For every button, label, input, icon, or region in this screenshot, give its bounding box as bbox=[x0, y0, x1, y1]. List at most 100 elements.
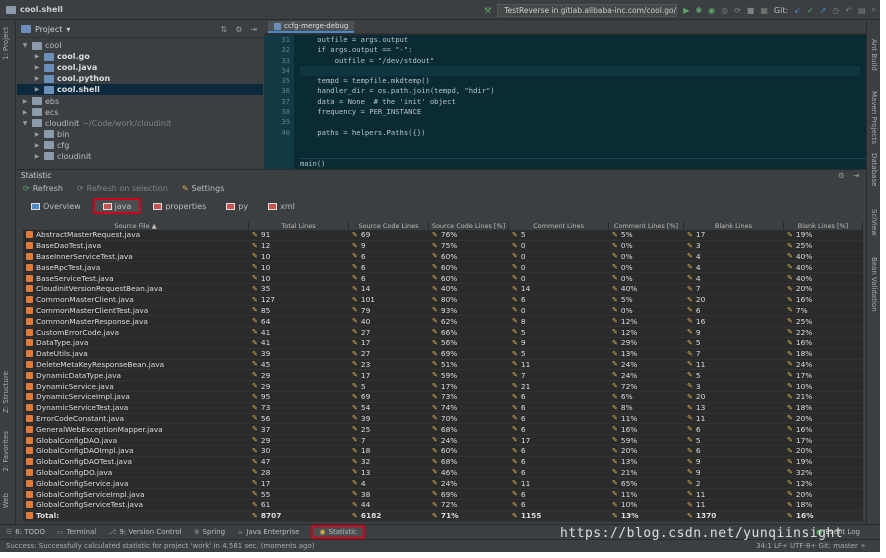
table-row[interactable]: CustomErrorCode.java ✎ 41 ✎ 27 ✎ 66% ✎ 5 ✎ 12% ✎ 9 ✎ 2… bbox=[23, 327, 863, 338]
expand-right-icon[interactable]: ▶ bbox=[33, 53, 41, 60]
tree-item[interactable]: ▼ cloudinit ~/Code/work/cloudinit bbox=[17, 118, 263, 129]
sciview-tool-tab[interactable]: SciView bbox=[870, 209, 878, 236]
maven-tool-tab[interactable]: Maven Projects bbox=[870, 91, 878, 144]
search-icon[interactable]: ⌕ bbox=[872, 5, 876, 15]
tab-java[interactable]: java bbox=[92, 198, 142, 214]
table-row[interactable]: AbstractMasterRequest.java ✎ 91 ✎ 69 ✎ 76% ✎ 5 ✎ 5… bbox=[23, 230, 863, 241]
expand-right-icon[interactable]: ▶ bbox=[33, 153, 41, 160]
tool-window-version-control[interactable]: ⎇ 9: Version Control bbox=[108, 528, 181, 536]
expand-right-icon[interactable]: ▶ bbox=[33, 142, 41, 149]
table-row[interactable]: GlobalConfigDAOTest.java ✎ 47 ✎ 32 ✎ 68% ✎ 6 ✎ 13%… bbox=[23, 457, 863, 468]
profile-icon[interactable]: ◎ bbox=[721, 6, 728, 15]
git-commit-icon[interactable]: ✓ bbox=[807, 6, 814, 15]
column-header[interactable]: Total Lines bbox=[249, 222, 349, 230]
expand-right-icon[interactable]: ▶ bbox=[33, 131, 41, 138]
editor-breadcrumb[interactable]: main() bbox=[300, 158, 866, 169]
table-row[interactable]: CloudinitVersionRequestBean.java ✎ 35 ✎ 14 ✎ 4… bbox=[23, 284, 863, 295]
tool-window-todo[interactable]: ☰ 6: TODO bbox=[6, 528, 45, 536]
bean-validation-tool-tab[interactable]: Bean Validation bbox=[870, 257, 878, 312]
layout-icon[interactable]: ▦ bbox=[760, 6, 768, 15]
table-row[interactable]: DeleteMetaKeyResponseBean.java ✎ 45 ✎ 23 ✎ 51%… bbox=[23, 360, 863, 371]
table-row[interactable]: GlobalConfigServiceImpl.java ✎ 55 ✎ 38 ✎ 69% ✎ 6… bbox=[23, 489, 863, 500]
tab-overview[interactable]: Overview bbox=[23, 198, 89, 214]
debug-icon[interactable]: ✱ bbox=[695, 6, 702, 15]
tree-item[interactable]: ▶ cloudinit bbox=[17, 151, 263, 162]
code-line[interactable]: outfile = args.output bbox=[300, 35, 860, 45]
coverage-icon[interactable]: ◉ bbox=[708, 6, 715, 15]
table-row[interactable]: GlobalConfigService.java ✎ 17 ✎ 4 ✎ 24% ✎ 11 ✎ 65%… bbox=[23, 478, 863, 490]
code-line[interactable]: frequency = PER_INSTANCE bbox=[300, 107, 860, 117]
tree-item[interactable]: ▶ cool.go bbox=[17, 51, 263, 62]
revert-icon[interactable]: ↶ bbox=[845, 6, 852, 15]
table-row[interactable]: CommonMasterResponse.java ✎ 64 ✎ 40 ✎ 62% ✎ 8 ✎ 12… bbox=[23, 316, 863, 328]
status-right-info[interactable]: 34:1 LF÷ UTF-8÷ Git: master ÷ bbox=[756, 542, 880, 550]
tab-xml[interactable]: xml bbox=[260, 198, 303, 214]
tool-window-java-enterprise[interactable]: ☕ Java Enterprise bbox=[237, 528, 299, 536]
table-row[interactable]: BaseDaoTest.java ✎ 12 ✎ 9 ✎ 75% ✎ 0 ✎ 0% ✎ 3 ✎ 25% bbox=[23, 241, 863, 252]
column-header[interactable]: Blank Lines [%] bbox=[784, 222, 863, 230]
structure-icon[interactable]: ▤ bbox=[858, 6, 866, 15]
settings-button[interactable]: ✎ Settings bbox=[182, 184, 225, 193]
table-row[interactable]: BaseServiceTest.java ✎ 10 ✎ 6 ✎ 60% ✎ 0 ✎ 0% ✎ 4 ✎ 40% bbox=[23, 273, 863, 284]
table-row[interactable]: GlobalConfigDAOImpl.java ✎ 30 ✎ 18 ✎ 60% ✎ 6 ✎ 20%… bbox=[23, 446, 863, 457]
collapse-icon[interactable]: ⇅ bbox=[220, 25, 227, 34]
column-header[interactable]: Source Code Lines [%] bbox=[429, 222, 509, 230]
tab-properties[interactable]: properties bbox=[145, 198, 214, 214]
git-push-icon[interactable]: ↗ bbox=[820, 6, 827, 15]
expand-right-icon[interactable]: ▶ bbox=[21, 109, 29, 116]
favorites-tool-tab[interactable]: 2: Favorites bbox=[2, 431, 10, 472]
structure-tool-tab[interactable]: Z: Structure bbox=[2, 371, 10, 413]
tree-item[interactable]: ▶ ecs bbox=[17, 107, 263, 118]
gear-icon[interactable]: ⚙ bbox=[838, 171, 845, 180]
table-row[interactable]: GlobalConfigDAO.java ✎ 29 ✎ 7 ✎ 24% ✎ 17 ✎ 59% ✎ 5 ✎ 1… bbox=[23, 435, 863, 446]
column-header[interactable]: Comment Lines bbox=[509, 222, 609, 230]
table-row[interactable]: DateUtils.java ✎ 39 ✎ 27 ✎ 69% ✎ 5 ✎ 13% ✎ 7 ✎ 18% bbox=[23, 349, 863, 360]
project-panel-title[interactable]: Project bbox=[35, 25, 62, 34]
table-row[interactable]: CommonMasterClientTest.java ✎ 85 ✎ 79 ✎ 93% ✎ 0 ✎… bbox=[23, 306, 863, 317]
table-row[interactable]: GlobalConfigDO.java ✎ 28 ✎ 13 ✎ 46% ✎ 6 ✎ 21% ✎ 9 ✎ 32… bbox=[23, 468, 863, 479]
git-update-icon[interactable]: ↙ bbox=[794, 6, 801, 15]
code-line[interactable] bbox=[300, 65, 860, 77]
table-row[interactable]: GlobalConfigServiceTest.java ✎ 61 ✎ 44 ✎ 72% ✎ 6… bbox=[23, 500, 863, 511]
expand-right-icon[interactable]: ▶ bbox=[21, 98, 29, 105]
tree-item[interactable]: ▶ bin bbox=[17, 129, 263, 140]
code-lines[interactable]: outfile = args.output if args.output == … bbox=[300, 35, 860, 138]
table-row[interactable]: GeneralWebExceptionMapper.java ✎ 37 ✎ 25 ✎ 68%… bbox=[23, 424, 863, 436]
ant-tool-tab[interactable]: Ant Build bbox=[870, 39, 878, 71]
expand-right-icon[interactable]: ▶ bbox=[33, 64, 41, 71]
tool-window-statistic[interactable]: ◉ Statistic bbox=[311, 525, 365, 539]
editor-tab[interactable]: ccfg-merge-debug bbox=[268, 21, 355, 33]
table-row[interactable]: DynamicServiceImpl.java ✎ 95 ✎ 69 ✎ 73% ✎ 6 ✎ 6% ✎ 2… bbox=[23, 392, 863, 403]
hide-icon[interactable]: ⇥ bbox=[853, 171, 859, 180]
database-tool-tab[interactable]: Database bbox=[870, 153, 878, 186]
column-header[interactable]: Comment Lines [%] bbox=[609, 222, 684, 230]
tree-item[interactable]: ▼ cool bbox=[17, 40, 263, 51]
table-row[interactable]: ErrorCodeConstant.java ✎ 56 ✎ 39 ✎ 70% ✎ 6 ✎ 11% ✎ 1… bbox=[23, 414, 863, 425]
chevron-down-icon[interactable]: ▾ bbox=[66, 25, 70, 34]
history-icon[interactable]: ◷ bbox=[832, 6, 839, 15]
expand-right-icon[interactable]: ▶ bbox=[33, 75, 41, 82]
table-row[interactable]: DynamicDataType.java ✎ 29 ✎ 17 ✎ 59% ✎ 7 ✎ 24% ✎ 5 ✎ 1… bbox=[23, 370, 863, 382]
tree-item[interactable]: ▶ cool.python bbox=[17, 73, 263, 84]
column-header[interactable]: Source File ▲ bbox=[23, 222, 249, 230]
tree-item[interactable]: ▶ cool.shell bbox=[17, 84, 263, 96]
refresh-on-selection-button[interactable]: ⟳ Refresh on selection bbox=[77, 184, 168, 193]
tool-window-terminal[interactable]: ▭ Terminal bbox=[57, 528, 96, 536]
project-tool-tab[interactable]: 1: Project bbox=[2, 27, 10, 60]
hide-icon[interactable]: ⇥ bbox=[250, 25, 257, 34]
code-area[interactable]: 31 32 33 34 35 36 37 38 39 40 outfile = args.outp… bbox=[264, 35, 866, 169]
code-line[interactable]: outfile = "/dev/stdout" bbox=[300, 56, 860, 66]
build-icon[interactable]: ⟳ bbox=[734, 6, 741, 15]
table-row[interactable]: BaseInnerServiceTest.java ✎ 10 ✎ 6 ✎ 60% ✎ 0 ✎ 0% ✎… bbox=[23, 252, 863, 263]
stop-icon[interactable]: ■ bbox=[747, 6, 755, 15]
expand-right-icon[interactable]: ▶ bbox=[33, 86, 41, 93]
tree-item[interactable]: ▶ cfg bbox=[17, 140, 263, 151]
code-line[interactable]: data = None # the 'init' object bbox=[300, 97, 860, 107]
table-row[interactable]: DataType.java ✎ 41 ✎ 17 ✎ 56% ✎ 9 ✎ 29% ✎ 5 ✎ 16% bbox=[23, 338, 863, 349]
table-row[interactable]: BaseRpcTest.java ✎ 10 ✎ 6 ✎ 60% ✎ 0 ✎ 0% ✎ 4 ✎ 40% bbox=[23, 262, 863, 274]
code-line[interactable]: handler_dir = os.path.join(tempd, "hdir"… bbox=[300, 86, 860, 96]
code-line[interactable]: tempd = tempfile.mkdtemp() bbox=[300, 76, 860, 86]
gear-icon[interactable]: ⚙ bbox=[235, 25, 242, 34]
code-line[interactable]: if args.output == "-": bbox=[300, 45, 860, 55]
table-row[interactable]: DynamicServiceTest.java ✎ 73 ✎ 54 ✎ 74% ✎ 6 ✎ 8% ✎ 1… bbox=[23, 403, 863, 414]
